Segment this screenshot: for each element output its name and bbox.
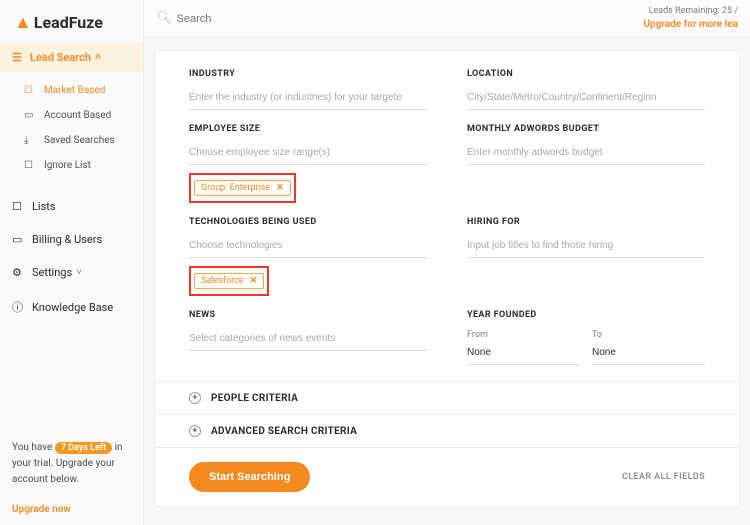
trial-badge: 7 Days Left bbox=[55, 442, 112, 454]
year-from-select[interactable] bbox=[467, 344, 580, 365]
action-row: Start Searching CLEAR ALL FIELDS bbox=[189, 448, 705, 492]
employee-size-input[interactable] bbox=[189, 144, 427, 165]
briefcase-icon: ☐ bbox=[24, 85, 38, 96]
employee-size-chip-label: Group: Enterprise bbox=[201, 183, 270, 193]
info-icon: ⓘ bbox=[12, 299, 26, 315]
news-input[interactable] bbox=[189, 330, 427, 351]
plus-icon: + bbox=[189, 425, 201, 437]
industry-input[interactable] bbox=[189, 89, 427, 110]
leads-remaining: Leads Remaining: 25 / bbox=[643, 6, 738, 18]
search-input[interactable] bbox=[177, 13, 297, 25]
gear-icon: ⚙ bbox=[12, 266, 26, 279]
hiring-label: HIRING FOR bbox=[467, 217, 705, 227]
nav-ignore-list-label: Ignore List bbox=[44, 160, 91, 171]
technologies-input[interactable] bbox=[189, 237, 427, 258]
technologies-chip-label: Salesforce bbox=[201, 276, 244, 286]
location-label: LOCATION bbox=[467, 69, 705, 79]
nav-account-based[interactable]: ▭ Account Based bbox=[0, 103, 143, 128]
employee-size-chip-highlight: Group: Enterprise ✕ bbox=[189, 173, 296, 203]
brand-name: LeadFuze bbox=[34, 13, 103, 32]
sliders-icon: ☰ bbox=[12, 51, 24, 64]
people-criteria-accordion[interactable]: + PEOPLE CRITERIA bbox=[155, 382, 739, 415]
clear-all-fields-link[interactable]: CLEAR ALL FIELDS bbox=[622, 472, 705, 482]
chevron-down-icon: ˅ bbox=[76, 267, 82, 278]
sidebar: ▲ LeadFuze ☰ Lead Search ˄ ☐ Market Base… bbox=[0, 0, 144, 525]
topbar-right: Leads Remaining: 25 / Upgrade for more l… bbox=[643, 6, 738, 31]
trial-notice: You have 7 Days Left in your trial. Upgr… bbox=[0, 430, 143, 500]
nav-market-based[interactable]: ☐ Market Based bbox=[0, 78, 143, 103]
nav-lead-search-label: Lead Search bbox=[30, 51, 91, 64]
nav-kb-label: Knowledge Base bbox=[32, 301, 113, 314]
content: INDUSTRY LOCATION EMPLOYEE SIZE Group: E… bbox=[144, 38, 750, 525]
year-founded-field: YEAR FOUNDED From To bbox=[467, 310, 705, 365]
topbar: 🔍︎ Leads Remaining: 25 / Upgrade for mor… bbox=[144, 0, 750, 38]
year-to-label: To bbox=[592, 330, 705, 340]
nav-settings[interactable]: ⚙ Settings ˅ bbox=[0, 256, 143, 289]
employee-size-field: EMPLOYEE SIZE Group: Enterprise ✕ bbox=[189, 124, 427, 203]
nav-billing-label: Billing & Users bbox=[32, 233, 102, 246]
nav-settings-label: Settings bbox=[32, 266, 72, 279]
close-icon[interactable]: ✕ bbox=[276, 183, 284, 193]
upgrade-more-link[interactable]: Upgrade for more lea bbox=[643, 18, 738, 31]
nav-billing-users[interactable]: ▭ Billing & Users bbox=[0, 223, 143, 256]
location-field: LOCATION bbox=[467, 69, 705, 110]
nav-saved-searches[interactable]: ⤓ Saved Searches bbox=[0, 128, 143, 153]
employee-size-chip[interactable]: Group: Enterprise ✕ bbox=[194, 180, 291, 196]
nav-knowledge-base[interactable]: ⓘ Knowledge Base bbox=[0, 289, 143, 325]
nav-lists[interactable]: ☐ Lists bbox=[0, 190, 143, 223]
adwords-input[interactable] bbox=[467, 144, 705, 165]
logo: ▲ LeadFuze bbox=[0, 0, 143, 43]
advanced-criteria-accordion[interactable]: + ADVANCED SEARCH CRITERIA bbox=[155, 415, 739, 448]
advanced-criteria-label: ADVANCED SEARCH CRITERIA bbox=[211, 426, 357, 437]
start-searching-button[interactable]: Start Searching bbox=[189, 462, 310, 492]
adwords-label: MONTHLY ADWORDS BUDGET bbox=[467, 124, 705, 134]
building-icon: ▭ bbox=[24, 110, 38, 121]
clipboard-icon: ☐ bbox=[24, 160, 38, 171]
nav-market-based-label: Market Based bbox=[44, 85, 105, 96]
people-criteria-label: PEOPLE CRITERIA bbox=[211, 393, 298, 404]
location-input[interactable] bbox=[467, 89, 705, 110]
nav-lists-label: Lists bbox=[32, 200, 56, 213]
technologies-field: TECHNOLOGIES BEING USED Salesforce ✕ bbox=[189, 217, 427, 296]
nav-lead-search[interactable]: ☰ Lead Search ˄ bbox=[0, 43, 143, 72]
hiring-field: HIRING FOR bbox=[467, 217, 705, 296]
main: 🔍︎ Leads Remaining: 25 / Upgrade for mor… bbox=[144, 0, 750, 525]
download-icon: ⤓ bbox=[24, 135, 38, 146]
flame-icon: ▲ bbox=[14, 12, 32, 33]
year-founded-label: YEAR FOUNDED bbox=[467, 310, 705, 320]
technologies-label: TECHNOLOGIES BEING USED bbox=[189, 217, 427, 227]
list-icon: ☐ bbox=[12, 200, 26, 213]
chevron-up-icon: ˄ bbox=[95, 52, 101, 63]
industry-field: INDUSTRY bbox=[189, 69, 427, 110]
search-icon: 🔍︎ bbox=[156, 11, 173, 26]
nav-saved-searches-label: Saved Searches bbox=[44, 135, 115, 146]
nav-ignore-list[interactable]: ☐ Ignore List bbox=[0, 153, 143, 178]
year-from-label: From bbox=[467, 330, 580, 340]
adwords-field: MONTHLY ADWORDS BUDGET bbox=[467, 124, 705, 203]
technologies-chip[interactable]: Salesforce ✕ bbox=[194, 273, 264, 289]
news-label: NEWS bbox=[189, 310, 427, 320]
search-form-card: INDUSTRY LOCATION EMPLOYEE SIZE Group: E… bbox=[154, 50, 740, 507]
nav-account-based-label: Account Based bbox=[44, 110, 111, 121]
technologies-chip-highlight: Salesforce ✕ bbox=[189, 266, 269, 296]
employee-size-label: EMPLOYEE SIZE bbox=[189, 124, 427, 134]
upgrade-now-link[interactable]: Upgrade now bbox=[0, 500, 143, 525]
news-field: NEWS bbox=[189, 310, 427, 365]
nav-lead-search-sub: ☐ Market Based ▭ Account Based ⤓ Saved S… bbox=[0, 72, 143, 184]
card-icon: ▭ bbox=[12, 233, 26, 246]
close-icon[interactable]: ✕ bbox=[250, 276, 258, 286]
year-to-select[interactable] bbox=[592, 344, 705, 365]
plus-icon: + bbox=[189, 392, 201, 404]
trial-prefix: You have bbox=[12, 442, 55, 453]
hiring-input[interactable] bbox=[467, 237, 705, 258]
industry-label: INDUSTRY bbox=[189, 69, 427, 79]
